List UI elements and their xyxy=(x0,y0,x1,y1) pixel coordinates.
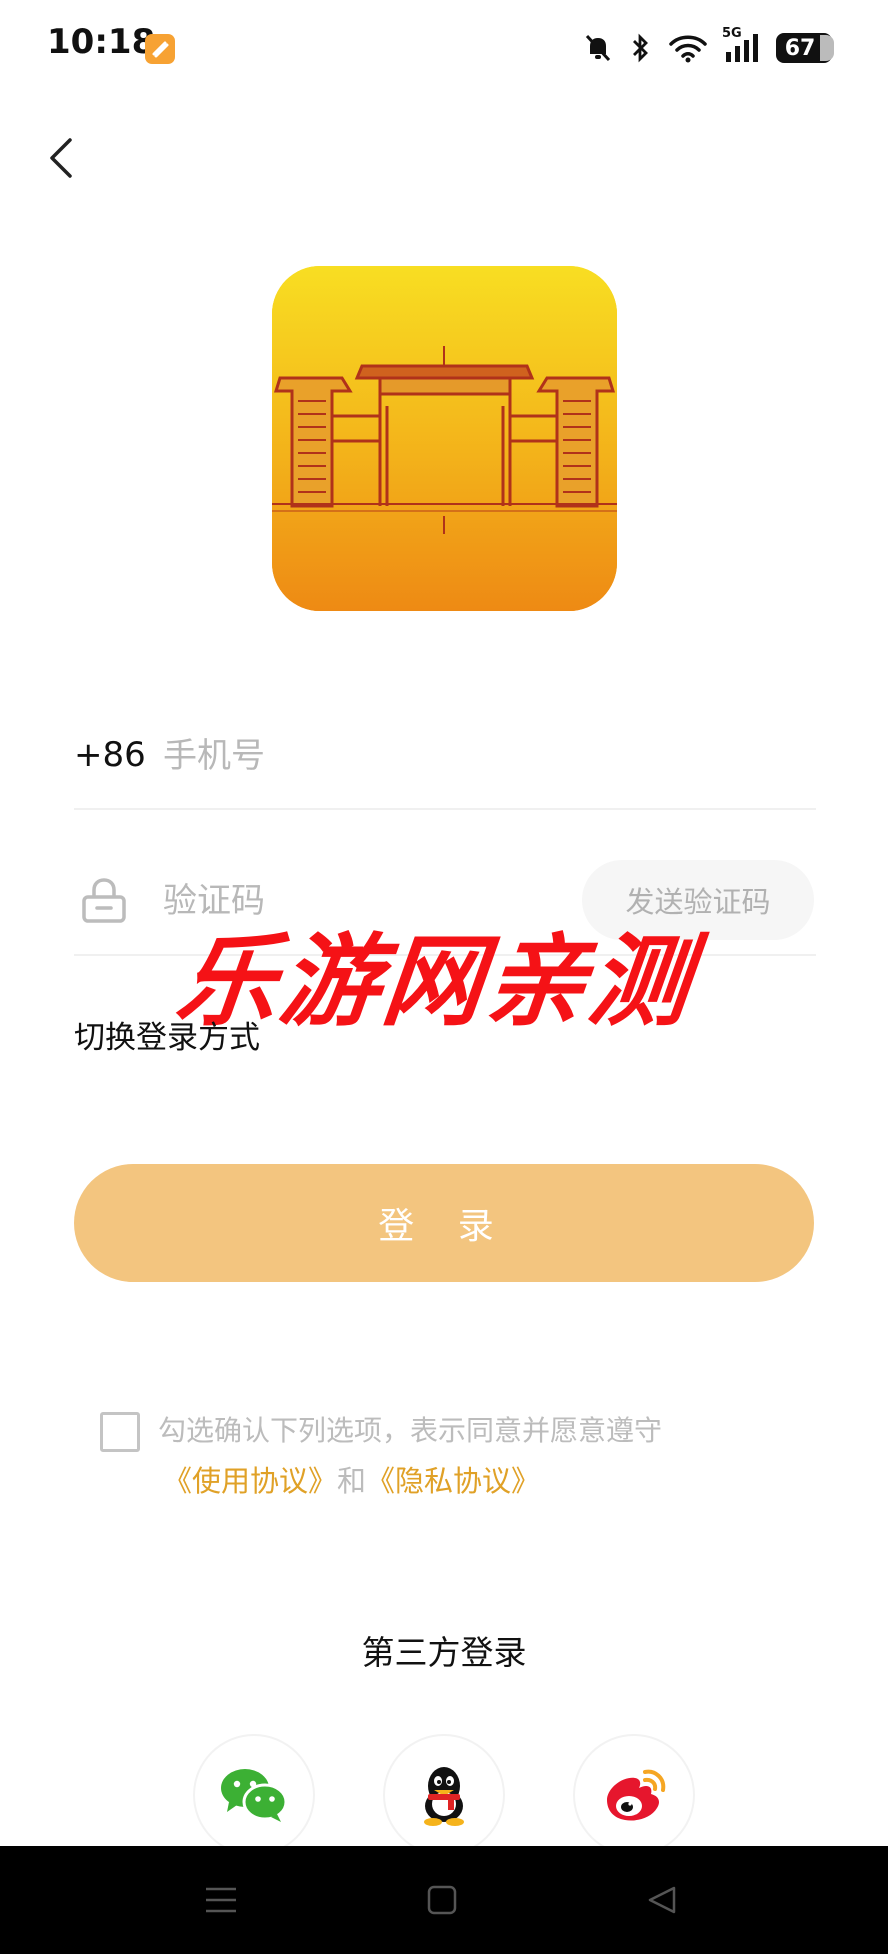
weibo-icon xyxy=(607,1769,666,1821)
wifi-icon xyxy=(668,32,708,64)
switch-login-method-link[interactable]: 切换登录方式 xyxy=(74,1012,260,1057)
privacy-policy-link[interactable]: 《隐私协议》 xyxy=(366,1458,540,1500)
recent-apps-button[interactable] xyxy=(193,1872,249,1928)
home-icon xyxy=(427,1885,457,1915)
agreement-checkbox[interactable] xyxy=(100,1412,140,1452)
divider xyxy=(74,808,816,810)
agreement-and-text: 和 xyxy=(337,1464,367,1498)
status-icons: 5G 67 xyxy=(582,26,834,68)
agreement-links: 《使用协议》 和 《隐私协议》 xyxy=(163,1458,540,1500)
back-triangle-icon xyxy=(648,1886,676,1914)
country-code[interactable]: +86 xyxy=(74,735,146,775)
weibo-login-button[interactable] xyxy=(575,1736,693,1854)
login-button[interactable]: 登 录 xyxy=(74,1164,814,1282)
qq-login-button[interactable] xyxy=(385,1736,503,1854)
mute-icon xyxy=(582,32,614,64)
home-button[interactable] xyxy=(414,1872,470,1928)
battery-level: 67 xyxy=(784,35,816,61)
chevron-left-icon xyxy=(50,138,72,178)
bluetooth-icon xyxy=(628,32,654,64)
signal-icon: 5G xyxy=(722,26,762,64)
menu-icon xyxy=(206,1887,236,1913)
status-time: 10:18 xyxy=(47,22,156,62)
wechat-icon xyxy=(221,1769,288,1822)
agreement-text: 勾选确认下列选项，表示同意并愿意遵守 xyxy=(158,1414,663,1447)
lock-icon xyxy=(80,876,128,924)
qq-icon xyxy=(424,1767,464,1826)
terms-of-use-link[interactable]: 《使用协议》 xyxy=(163,1458,337,1500)
phone-input[interactable] xyxy=(163,730,763,782)
back-button[interactable] xyxy=(36,128,86,188)
battery-icon: 67 xyxy=(776,33,834,63)
app-logo xyxy=(272,266,617,611)
third-party-login-title: 第三方登录 xyxy=(361,1633,527,1672)
system-back-button[interactable] xyxy=(634,1872,690,1928)
wechat-login-button[interactable] xyxy=(195,1736,313,1854)
network-label: 5G xyxy=(722,26,742,41)
app-notification-icon xyxy=(145,34,175,64)
